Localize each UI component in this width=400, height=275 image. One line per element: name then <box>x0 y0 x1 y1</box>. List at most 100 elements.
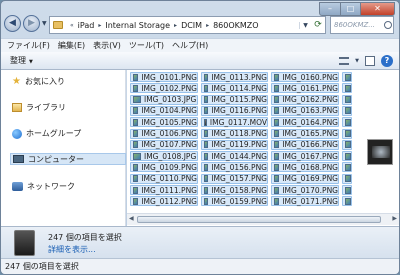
file-item[interactable]: IMG_0104.PNG <box>130 105 198 116</box>
menu-view[interactable]: 表示(V) <box>93 40 121 51</box>
file-item-partial[interactable] <box>342 151 352 162</box>
address-history-dropdown[interactable]: ▼ <box>299 21 311 29</box>
file-item[interactable]: IMG_0112.PNG <box>130 196 198 207</box>
file-item-partial[interactable] <box>342 185 352 195</box>
file-item[interactable]: IMG_0157.PNG <box>201 173 268 184</box>
organize-button[interactable]: 整理 ▼ <box>10 55 33 66</box>
file-item-partial[interactable] <box>342 196 352 207</box>
file-item[interactable]: IMG_0164.PNG <box>271 117 339 128</box>
file-item[interactable]: IMG_0119.PNG <box>201 139 268 150</box>
file-item[interactable]: IMG_0111.PNG <box>130 185 198 195</box>
nav-item-libraries[interactable]: ライブラリ <box>12 102 66 113</box>
search-icon[interactable] <box>384 21 392 29</box>
preview-pane-icon[interactable] <box>365 55 375 66</box>
file-item[interactable]: IMG_0171.PNG <box>271 196 339 207</box>
file-item-partial[interactable] <box>342 117 352 128</box>
image-file-icon <box>345 107 351 115</box>
file-item[interactable]: IMG_0159.PNG <box>201 196 268 207</box>
file-item[interactable]: IMG_0102.PNG <box>130 83 198 94</box>
file-item-partial[interactable] <box>342 162 352 173</box>
file-item[interactable]: IMG_0166.PNG <box>271 139 339 150</box>
file-list[interactable]: IMG_0101.PNG IMG_0102.PNG IMG_0103.JPG IMG_… <box>127 70 399 226</box>
file-item[interactable]: IMG_0116.PNG <box>201 105 268 116</box>
computer-icon <box>13 155 24 163</box>
file-item[interactable]: IMG_0110.PNG <box>130 173 198 184</box>
file-item-partial[interactable] <box>342 173 352 184</box>
file-item-partial[interactable] <box>342 94 352 105</box>
back-button[interactable]: ◀ <box>4 15 21 32</box>
file-item[interactable]: IMG_0106.PNG <box>130 128 198 139</box>
file-item[interactable]: IMG_0170.PNG <box>271 185 339 195</box>
nav-item-favorites[interactable]: ★ お気に入り <box>12 76 65 87</box>
nav-label: お気に入り <box>24 77 65 86</box>
file-item[interactable]: IMG_0144.PNG <box>201 151 268 162</box>
address-bar[interactable]: « iPad ▸ Internal Storage ▸ DCIM ▸ 860OK… <box>49 16 326 34</box>
change-view-icon[interactable] <box>339 56 350 65</box>
file-item[interactable]: IMG_0105.PNG <box>130 117 198 128</box>
help-icon[interactable]: ? <box>381 54 393 67</box>
file-item[interactable]: IMG_0158.PNG <box>201 185 268 195</box>
file-item-partial[interactable] <box>342 105 352 116</box>
file-item-partial[interactable] <box>342 139 352 150</box>
file-item[interactable]: IMG_0156.PNG <box>201 162 268 173</box>
show-details-link[interactable]: 詳細を表示... <box>48 244 96 255</box>
breadcrumb-ipad[interactable]: iPad <box>78 21 95 30</box>
file-item[interactable]: IMG_0115.PNG <box>201 94 268 105</box>
file-item[interactable]: IMG_0101.PNG <box>130 72 198 82</box>
breadcrumb-current-folder[interactable]: 860OKMZO <box>213 21 259 30</box>
file-name: IMG_0156.PNG <box>211 162 267 172</box>
menu-help[interactable]: ヘルプ(H) <box>172 40 208 51</box>
image-file-icon <box>274 186 280 194</box>
breadcrumb-separator-icon[interactable]: ▸ <box>206 22 209 29</box>
nav-item-computer[interactable]: コンピューター <box>10 153 126 165</box>
refresh-icon[interactable]: ⟳ <box>311 17 325 33</box>
file-item-partial[interactable] <box>342 72 352 82</box>
menu-file[interactable]: ファイル(F) <box>7 40 50 51</box>
recent-pages-dropdown[interactable]: ▼ <box>42 15 49 32</box>
breadcrumb-separator-icon[interactable]: ▸ <box>174 22 177 29</box>
file-item[interactable]: IMG_0108.JPG <box>130 151 198 162</box>
maximize-button[interactable]: □ <box>341 2 361 16</box>
file-name: IMG_0106.PNG <box>141 129 197 138</box>
file-item[interactable]: IMG_0167.PNG <box>271 151 339 162</box>
menu-edit[interactable]: 編集(E) <box>58 40 85 51</box>
breadcrumb-dcim[interactable]: DCIM <box>181 21 202 30</box>
file-item[interactable]: IMG_0160.PNG <box>271 72 339 82</box>
file-item[interactable]: IMG_0161.PNG <box>271 83 339 94</box>
close-button[interactable]: ✕ <box>361 2 395 16</box>
scroll-right-icon[interactable]: ▶ <box>392 215 397 222</box>
minimize-button[interactable]: – <box>319 2 341 16</box>
file-item[interactable]: IMG_0169.PNG <box>271 173 339 184</box>
file-name: IMG_0112.PNG <box>141 196 197 206</box>
file-item-partial[interactable] <box>342 83 352 94</box>
file-item[interactable]: IMG_0162.PNG <box>271 94 339 105</box>
forward-button[interactable]: ▶ <box>23 15 40 32</box>
file-name: IMG_0114.PNG <box>211 83 267 93</box>
image-file-icon <box>345 118 351 126</box>
nav-item-homegroup[interactable]: ホームグループ <box>12 128 81 139</box>
file-name: IMG_0111.PNG <box>141 185 197 195</box>
file-name: IMG_0167.PNG <box>282 151 338 161</box>
file-item[interactable]: IMG_0163.PNG <box>271 105 339 116</box>
scroll-left-icon[interactable]: ◀ <box>129 215 134 222</box>
scrollbar-thumb[interactable] <box>137 216 381 223</box>
file-item[interactable]: IMG_0114.PNG <box>201 83 268 94</box>
file-item[interactable]: IMG_0165.PNG <box>271 128 339 139</box>
nav-item-network[interactable]: ネットワーク <box>12 181 75 192</box>
overflow-chevron-icon[interactable]: « <box>70 22 74 29</box>
view-options-dropdown[interactable]: ▼ <box>355 58 359 64</box>
breadcrumb-separator-icon[interactable]: ▸ <box>98 22 101 29</box>
menu-tools[interactable]: ツール(T) <box>129 40 164 51</box>
file-item[interactable]: IMG_0109.PNG <box>130 162 198 173</box>
file-item[interactable]: IMG_0118.PNG <box>201 128 268 139</box>
horizontal-scrollbar[interactable]: ◀ ▶ <box>127 213 399 225</box>
nav-label: ホームグループ <box>26 129 82 138</box>
breadcrumb-internal-storage[interactable]: Internal Storage <box>105 21 170 30</box>
file-item[interactable]: IMG_0107.PNG <box>130 139 198 150</box>
file-item-partial[interactable] <box>342 128 352 139</box>
title-bar: – □ ✕ ◀ ▶ ▼ « iPad ▸ Internal Storage ▸ … <box>1 1 399 38</box>
file-item[interactable]: IMG_0168.PNG <box>271 162 339 173</box>
file-item[interactable]: IMG_0113.PNG <box>201 72 268 82</box>
file-item[interactable]: IMG_0103.JPG <box>130 94 198 105</box>
file-item[interactable]: IMG_0117.MOV <box>201 117 268 128</box>
